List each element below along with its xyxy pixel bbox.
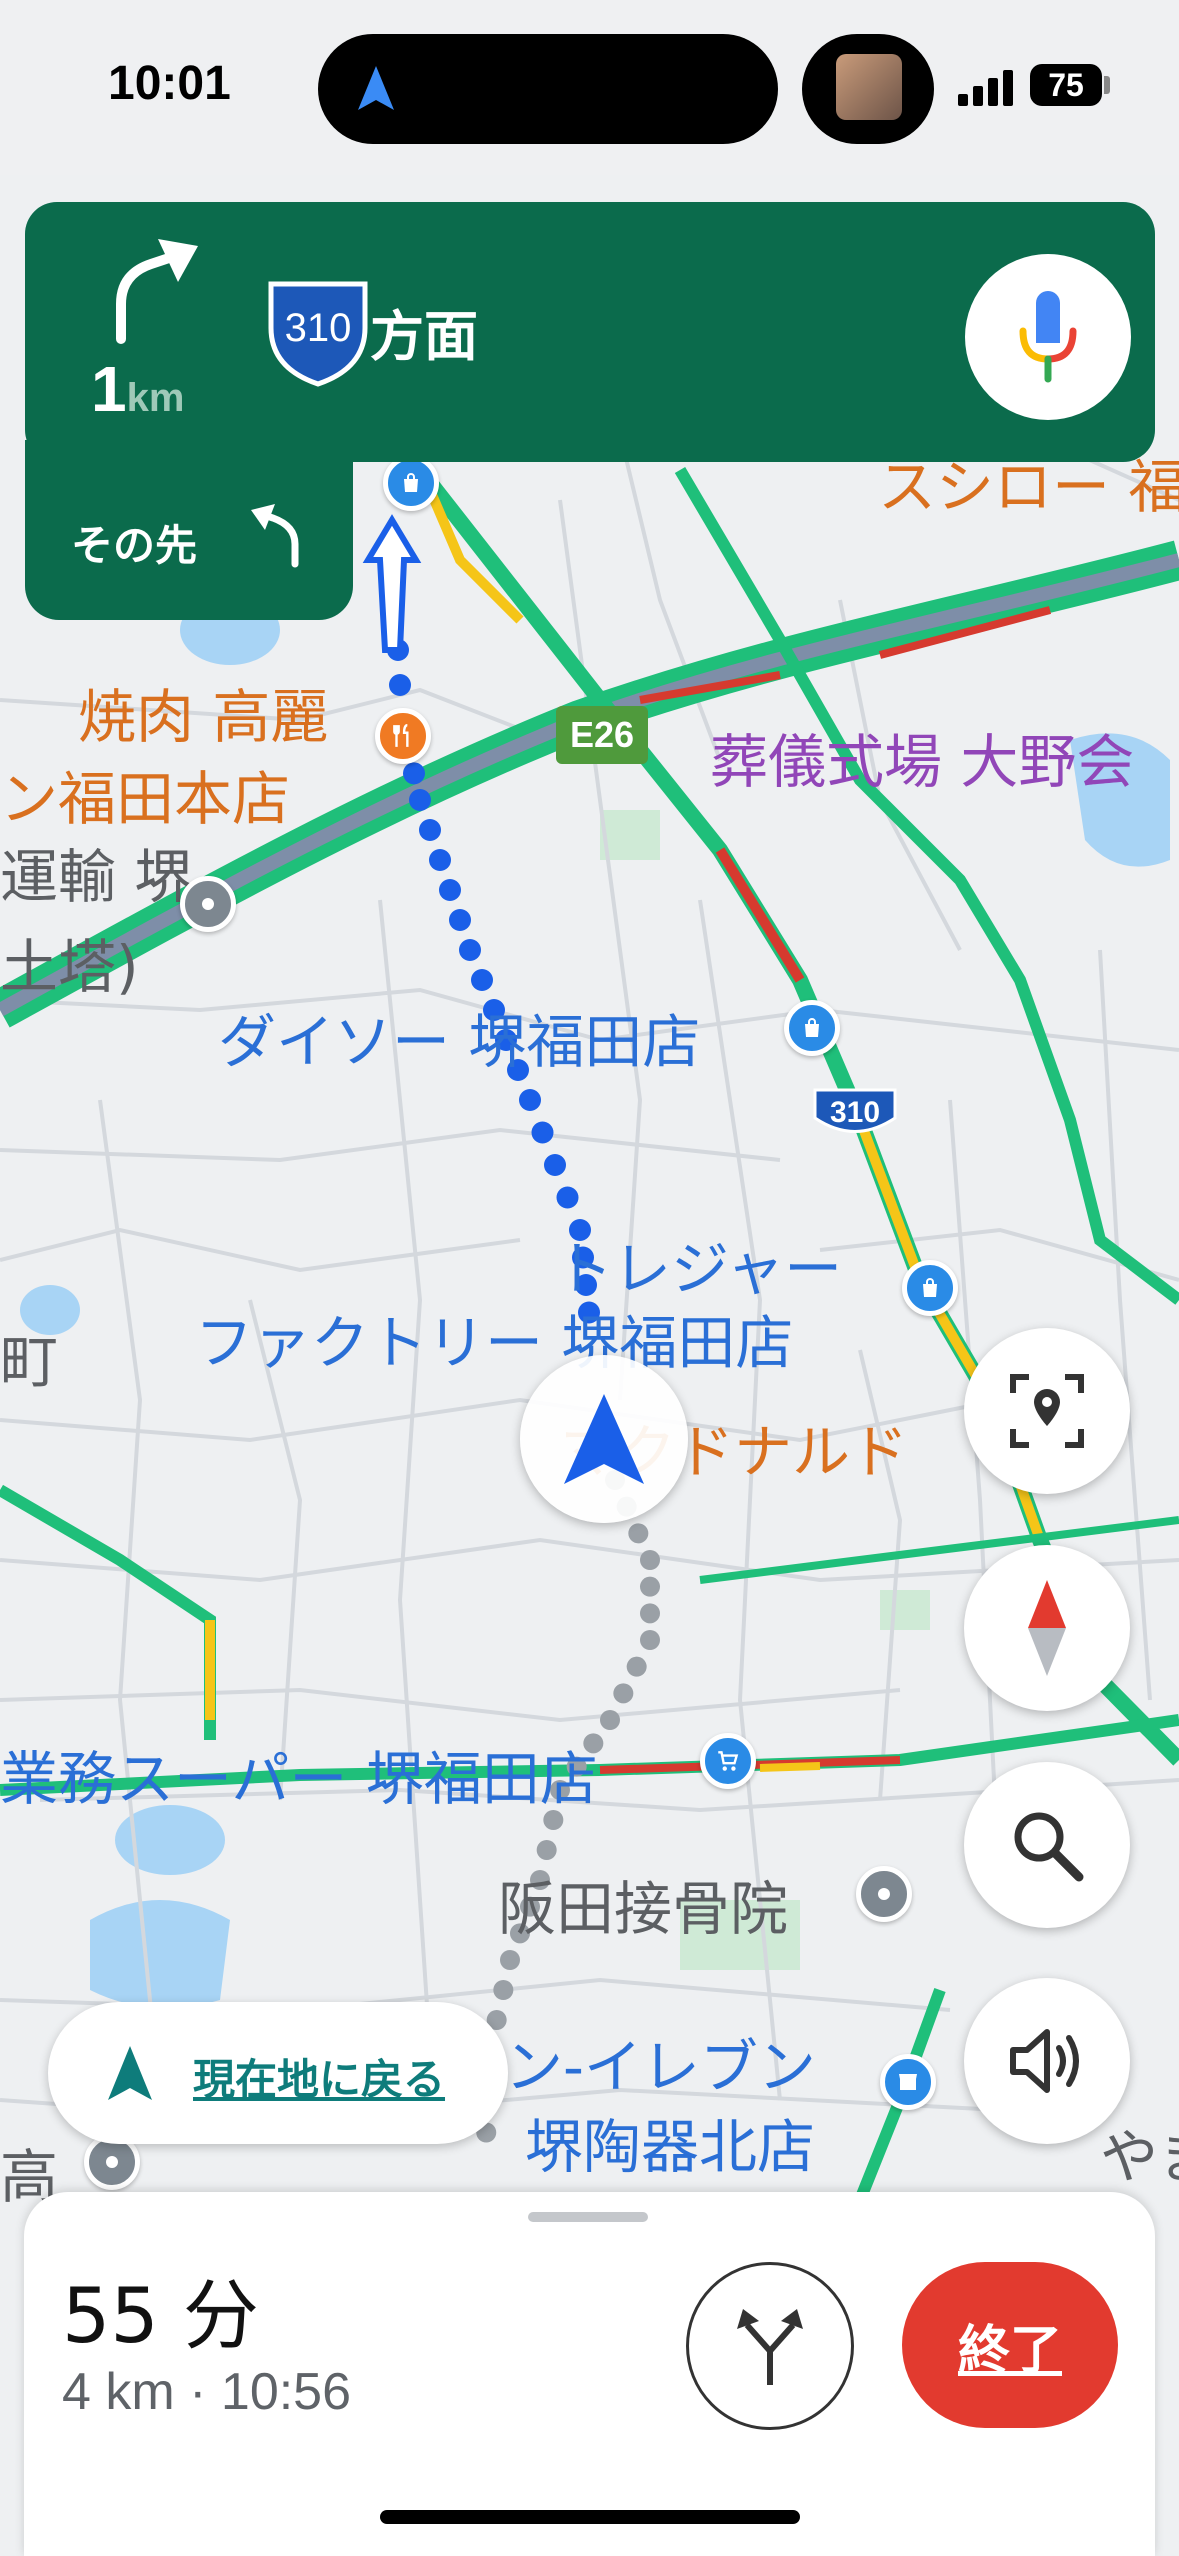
distance-readout: 1km <box>91 352 184 426</box>
distance-value: 1 <box>91 353 127 425</box>
sound-button[interactable] <box>964 1978 1130 2144</box>
route-dot <box>640 1630 660 1650</box>
volume-icon <box>1010 2029 1079 2093</box>
route-dot <box>429 849 451 871</box>
e26-shield: E26 <box>556 706 648 764</box>
status-bar: 10:01 75 <box>0 0 1179 175</box>
route-dot <box>459 939 481 961</box>
poi-yakiniku[interactable]: 焼肉 高麗 <box>78 670 328 754</box>
route-dot <box>544 1154 566 1176</box>
status-time: 10:01 <box>108 57 231 110</box>
poi-fukuda-honten[interactable]: ン福田本店 <box>0 752 290 836</box>
route-dot <box>409 789 431 811</box>
navigation-arrow-icon <box>108 2046 152 2100</box>
poi-seven-eleven-line2[interactable]: 堺陶器北店 <box>525 2100 815 2184</box>
next-step-panel[interactable]: その先 <box>25 440 353 620</box>
signal-icon <box>958 70 1013 106</box>
route-dot <box>419 819 441 841</box>
e26-shield-text: E26 <box>570 714 634 755</box>
restaurant-icon[interactable] <box>375 708 431 764</box>
poi-sakata[interactable]: 阪田接骨院 <box>498 1862 788 1946</box>
route-dot <box>640 1576 660 1597</box>
turn-right-icon <box>116 239 198 344</box>
route-dot <box>493 1980 514 2000</box>
mic-icon <box>1019 291 1077 383</box>
navigation-arrow-icon <box>358 66 394 110</box>
compass-button[interactable] <box>964 1545 1130 1711</box>
route-dot <box>403 762 425 785</box>
route-dot <box>600 1710 620 1730</box>
route-shield-banner: 310 <box>263 278 373 388</box>
search-icon <box>1014 1812 1084 1882</box>
route-dot <box>536 1840 557 1860</box>
trip-duration: 55 分 <box>62 2271 259 2360</box>
poi-yama: やま <box>1100 2123 1179 2191</box>
navigation-banner[interactable]: 1km 310 方面 <box>25 202 1155 462</box>
area-machi: 町 <box>0 1328 59 1396</box>
trip-sheet[interactable]: 55 分 4 km · 10:56 終了 <box>24 2192 1155 2556</box>
now-playing-thumbnail[interactable] <box>802 34 934 144</box>
route-dot <box>449 909 471 931</box>
navigation-arrow-icon <box>564 1394 644 1484</box>
sheet-handle[interactable] <box>528 2212 648 2222</box>
search-button[interactable] <box>964 1762 1130 1928</box>
end-label: 終了 <box>957 2320 1062 2381</box>
shopping-bag-icon[interactable] <box>383 455 439 511</box>
end-navigation-button[interactable]: 終了 <box>902 2262 1118 2428</box>
direction-text: 方面 <box>370 305 478 368</box>
shopping-bag-icon[interactable] <box>902 1260 958 1316</box>
voice-search-button[interactable] <box>965 254 1131 420</box>
route-dot <box>626 1656 647 1677</box>
route-dot <box>556 1186 579 1209</box>
recenter-button[interactable]: 現在地に戻る <box>48 2002 508 2144</box>
trip-distance-eta: 4 km · 10:56 <box>62 2363 352 2421</box>
poi-gyomu-super[interactable]: 業務スーパー 堺福田店 <box>0 1732 598 1816</box>
alt-routes-icon <box>737 2309 803 2385</box>
dynamic-island <box>318 34 778 144</box>
route-dot <box>640 1603 660 1624</box>
route-dot <box>439 879 461 901</box>
route-dot <box>531 1121 554 1144</box>
distance-unit: km <box>126 376 185 420</box>
recenter-label: 現在地に戻る <box>193 2055 446 2104</box>
poi-unyu-sakai[interactable]: 運輸 堺 <box>0 830 192 914</box>
route-310-shield-map: 310 <box>813 1088 897 1133</box>
compass-icon <box>1028 1580 1066 1676</box>
poi-doto[interactable]: 土塔) <box>0 920 139 1004</box>
location-pin-icon <box>1010 1374 1084 1448</box>
route-dot <box>640 1550 660 1570</box>
battery-indicator: 75 <box>1030 64 1102 106</box>
route-dot <box>471 969 493 991</box>
svg-text:310: 310 <box>830 1096 880 1129</box>
location-pin-icon[interactable] <box>180 876 236 932</box>
shopping-bag-icon[interactable] <box>784 1000 840 1056</box>
poi-treasure-line2[interactable]: ファクトリー 堺福田店 <box>195 1296 793 1380</box>
turn-left-icon <box>251 504 299 568</box>
poi-seven-eleven-line1[interactable]: ン-イレブン <box>505 2020 816 2104</box>
alternate-routes-button[interactable] <box>686 2262 854 2430</box>
location-pin-icon[interactable] <box>856 1866 912 1922</box>
poi-funeral-hall[interactable]: 葬儀式場 大野会 <box>710 715 1134 799</box>
home-indicator <box>380 2510 800 2524</box>
route-dot <box>389 674 411 696</box>
route-dot <box>500 1950 520 1970</box>
then-label: その先 <box>71 521 198 570</box>
poi-treasure-line1[interactable]: トレジャー <box>555 1222 842 1306</box>
cart-icon[interactable] <box>700 1733 756 1789</box>
poi-daiso[interactable]: ダイソー 堺福田店 <box>218 995 700 1079</box>
route-dot <box>519 1089 541 1111</box>
location-share-button[interactable] <box>964 1328 1130 1494</box>
store-icon[interactable] <box>880 2054 936 2110</box>
current-location-marker <box>520 1355 688 1523</box>
route-dot <box>613 1683 634 1704</box>
route-dot <box>628 1523 649 1544</box>
